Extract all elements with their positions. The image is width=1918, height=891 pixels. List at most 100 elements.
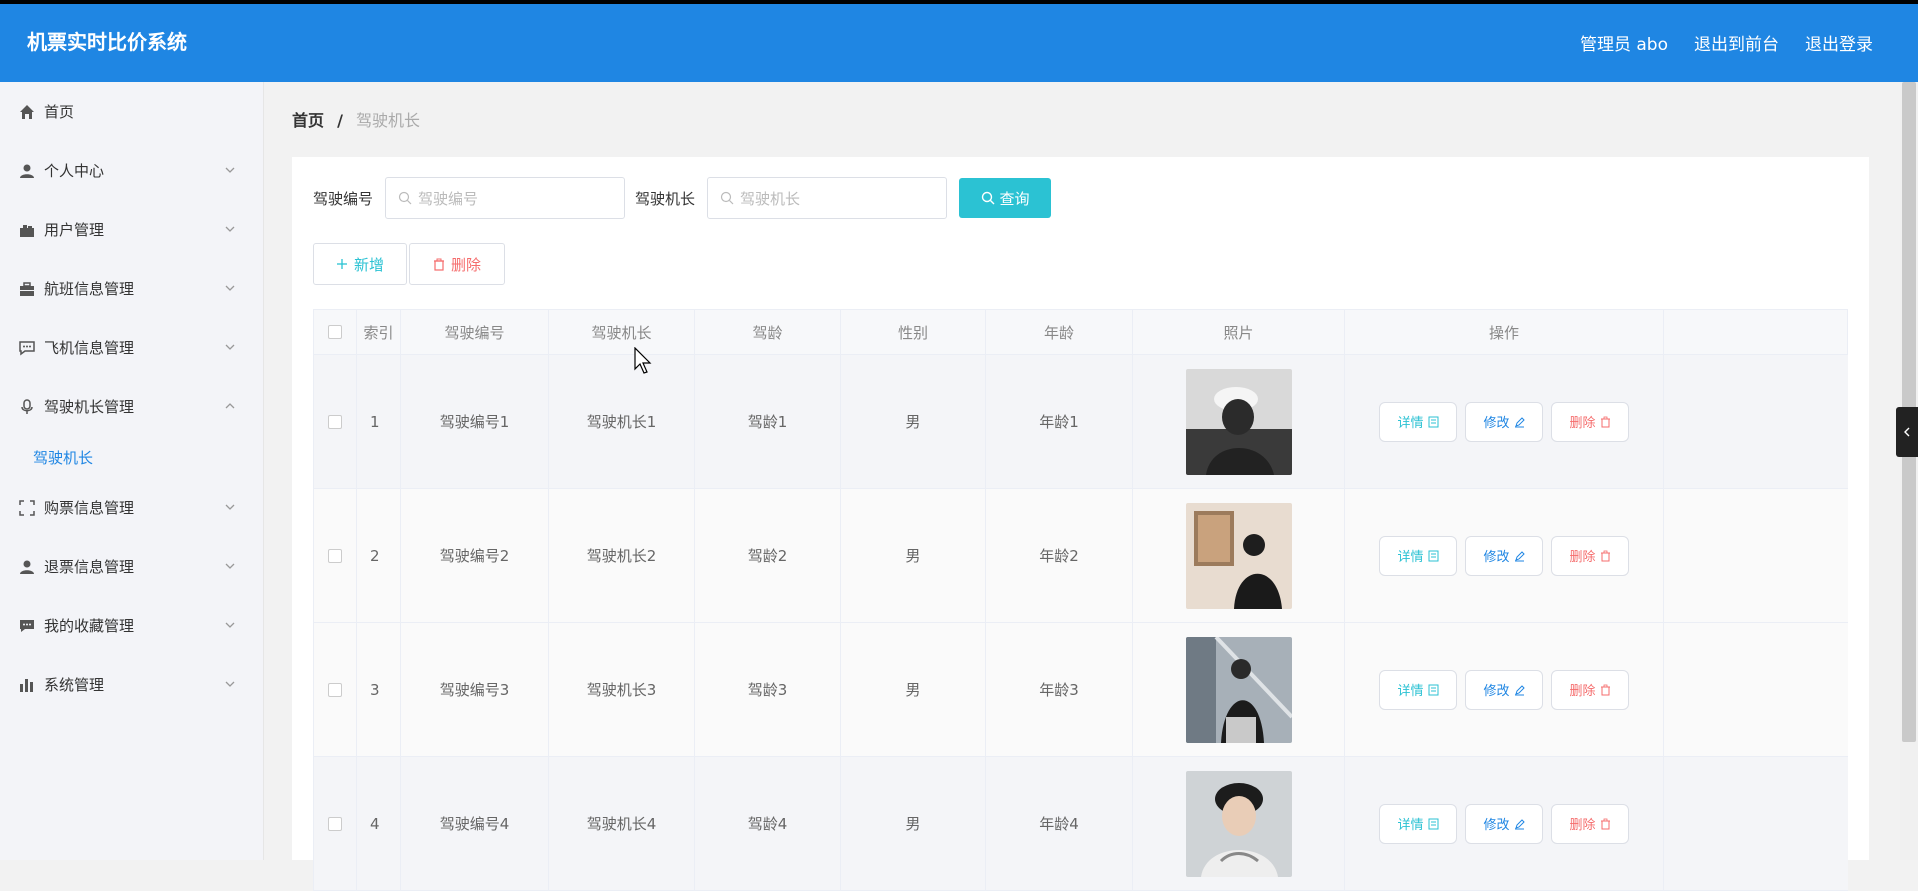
row-select-cell [314,489,357,622]
breadcrumb: 首页 / 驾驶机长 [292,107,420,131]
chevron-up-icon [225,403,235,409]
cell-actions: 详情 修改 删除 [1345,489,1664,622]
captain-photo[interactable] [1185,502,1292,609]
batch-delete-button[interactable]: 删除 [409,243,505,285]
cell-index: 2 [357,489,401,622]
table-row: 3 驾驶编号3 驾驶机长3 驾龄3 男 年龄3 详情 修改 删除 [313,623,1848,757]
edit-label: 修改 [1483,550,1510,565]
sidebar-item-personal-center[interactable]: 个人中心 [0,141,263,200]
back-to-front-link[interactable]: 退出到前台 [1694,30,1779,55]
pencil-icon [1514,550,1525,561]
cell-actions: 详情 修改 删除 [1345,757,1664,890]
sidebar-item-system-management[interactable]: 系统管理 [0,655,263,714]
chevron-down-icon [225,681,235,687]
cell-gender: 男 [841,355,986,488]
detail-label: 详情 [1397,416,1424,431]
chat-icon [18,339,36,357]
row-checkbox[interactable] [328,816,342,831]
sidebar-item-home[interactable]: 首页 [0,82,263,141]
select-all-checkbox[interactable] [328,325,342,339]
sidebar: 首页 个人中心 用户管理 航班信息管理 飞机信息管理 驾驶机长管理 驾驶机长 购… [0,82,264,860]
delete-label: 删除 [1569,416,1596,431]
table-row: 1 驾驶编号1 驾驶机长1 驾龄1 男 年龄1 详情 修改 删除 [313,355,1848,489]
detail-button[interactable]: 详情 [1379,535,1457,576]
top-right-links: 管理员 abo 退出到前台 退出登录 [1580,30,1873,55]
delete-button[interactable]: 删除 [1551,401,1629,442]
edit-button[interactable]: 修改 [1465,401,1543,442]
header-captain: 驾驶机长 [549,310,695,354]
breadcrumb-current: 驾驶机长 [356,111,421,130]
logout-link[interactable]: 退出登录 [1805,30,1873,55]
user-icon [18,162,36,180]
cell-actions: 详情 修改 删除 [1345,623,1664,756]
cell-years: 驾龄2 [695,489,841,622]
sidebar-item-user-management[interactable]: 用户管理 [0,200,263,259]
sidebar-item-label: 购票信息管理 [44,499,135,517]
cell-age: 年龄4 [986,757,1133,890]
detail-label: 详情 [1397,818,1424,833]
delete-button[interactable]: 删除 [1551,669,1629,710]
header-code: 驾驶编号 [401,310,549,354]
sidebar-item-label: 个人中心 [44,162,105,180]
edit-button[interactable]: 修改 [1465,535,1543,576]
admin-label: 管理员 abo [1579,35,1668,55]
breadcrumb-home[interactable]: 首页 [292,111,324,130]
cell-photo [1133,623,1345,756]
row-checkbox[interactable] [328,414,342,429]
add-button[interactable]: 新增 [313,243,407,285]
side-panel-toggle[interactable] [1896,407,1918,457]
pencil-icon [1514,416,1525,427]
mouse-cursor-icon [634,347,652,374]
fullscreen-icon [18,499,36,517]
search-captain-label: 驾驶机长 [635,189,696,208]
edit-button[interactable]: 修改 [1465,803,1543,844]
row-checkbox[interactable] [328,548,342,563]
search-captain-input[interactable]: 驾驶机长 [707,177,948,219]
page-scrollbar[interactable] [1900,82,1918,860]
sidebar-item-aircraft-management[interactable]: 飞机信息管理 [0,318,263,377]
cell-index: 3 [357,623,401,756]
edit-label: 修改 [1483,416,1510,431]
query-button[interactable]: 查询 [959,178,1052,218]
edit-button[interactable]: 修改 [1465,669,1543,710]
detail-button[interactable]: 详情 [1379,669,1457,710]
user-icon [18,558,36,576]
trash-icon [433,258,444,271]
sidebar-item-captain-management[interactable]: 驾驶机长管理 [0,377,263,436]
detail-button[interactable]: 详情 [1379,803,1457,844]
search-bar: 驾驶编号 驾驶编号 驾驶机长 驾驶机长 查询 [313,177,1052,219]
table-header: 索引 驾驶编号 驾驶机长 驾龄 性别 年龄 照片 操作 [313,309,1848,355]
detail-label: 详情 [1397,684,1424,699]
search-captain-placeholder: 驾驶机长 [740,189,801,208]
header-years: 驾龄 [695,310,841,354]
captain-table: 索引 驾驶编号 驾驶机长 驾龄 性别 年龄 照片 操作 1 驾驶编号1 驾驶机长… [313,309,1848,891]
delete-button[interactable]: 删除 [1551,803,1629,844]
captain-photo[interactable] [1185,770,1292,877]
search-code-label: 驾驶编号 [313,189,374,208]
row-checkbox[interactable] [328,682,342,697]
header-age: 年龄 [986,310,1133,354]
sidebar-item-flight-management[interactable]: 航班信息管理 [0,259,263,318]
sidebar-item-refund-management[interactable]: 退票信息管理 [0,537,263,596]
sidebar-item-favorites-management[interactable]: 我的收藏管理 [0,596,263,655]
add-button-label: 新增 [353,255,384,274]
row-select-cell [314,355,357,488]
chevron-down-icon [225,226,235,232]
delete-button[interactable]: 删除 [1551,535,1629,576]
sidebar-subitem-captain[interactable]: 驾驶机长 [0,436,263,478]
briefcase-icon [18,280,36,298]
captain-photo[interactable] [1185,636,1292,743]
query-button-label: 查询 [999,190,1030,208]
search-code-input[interactable]: 驾驶编号 [385,177,626,219]
sidebar-item-ticket-management[interactable]: 购票信息管理 [0,478,263,537]
select-all-cell [314,310,357,354]
captain-photo[interactable] [1185,368,1292,475]
cell-photo [1133,489,1345,622]
trash-icon [1600,550,1610,561]
cell-captain: 驾驶机长4 [549,757,695,890]
chevron-down-icon [225,344,235,350]
detail-button[interactable]: 详情 [1379,401,1457,442]
header-actions: 操作 [1345,310,1664,354]
cell-captain: 驾驶机长3 [549,623,695,756]
sidebar-item-label: 系统管理 [44,676,105,694]
